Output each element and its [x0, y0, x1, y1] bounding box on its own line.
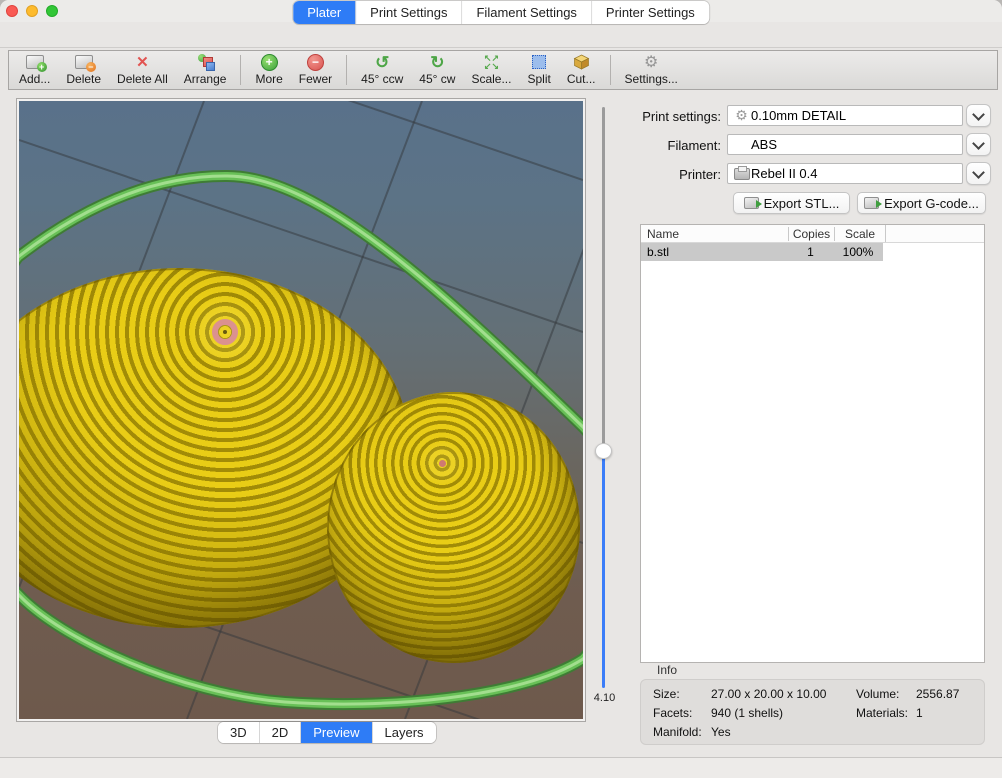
view-tab-3d[interactable]: 3D [218, 722, 260, 743]
export-box-icon [864, 197, 879, 209]
printer-label: Printer: [679, 167, 721, 182]
split-icon [532, 55, 546, 69]
cell-scale: 100% [833, 243, 883, 261]
column-header-copies[interactable]: Copies [788, 227, 834, 241]
chevron-down-icon [972, 108, 985, 121]
delete-all-button[interactable]: Delete All [109, 51, 176, 89]
facets-value: 940 (1 shells) [711, 706, 783, 720]
preview-3d-canvas[interactable] [19, 101, 583, 719]
main-tab-bar: Plater Print Settings Filament Settings … [293, 1, 709, 24]
rotate-ccw-icon: ↺ [375, 54, 389, 71]
printer-dropdown-button[interactable] [966, 162, 991, 185]
print-settings-label: Print settings: [642, 109, 721, 124]
toolbar-separator [240, 55, 241, 85]
top-layer-highlight-dot [439, 460, 446, 467]
toolbar-separator [346, 55, 347, 85]
rotate-cw-icon: ↻ [430, 54, 444, 71]
export-gcode-button[interactable]: Export G-code... [857, 192, 986, 214]
gear-icon [732, 107, 751, 124]
size-label: Size: [653, 687, 680, 701]
volume-value: 2556.87 [916, 687, 959, 701]
filament-label: Filament: [668, 138, 721, 153]
chevron-down-icon [972, 166, 985, 179]
cut-cube-icon [573, 53, 590, 71]
tab-strip [0, 22, 1002, 48]
cubes-icon [196, 54, 214, 70]
info-title: Info [657, 663, 677, 677]
viewport-frame [16, 98, 586, 722]
toolbar-separator [610, 55, 611, 85]
print-settings-dropdown-button[interactable] [966, 104, 991, 127]
cut-button[interactable]: Cut... [559, 51, 604, 89]
view-tab-layers[interactable]: Layers [373, 722, 436, 743]
add-button[interactable]: + Add... [11, 51, 58, 89]
slider-value-label: 4.10 [586, 692, 623, 704]
settings-button[interactable]: Settings... [617, 51, 686, 89]
layer-slider: 4.10 [586, 98, 640, 722]
view-tab-bar: 3D 2D Preview Layers [218, 722, 436, 743]
materials-label: Materials: [856, 706, 908, 720]
tabstrip-divider [0, 47, 1002, 48]
objects-table-header: Name Copies Scale [641, 225, 984, 243]
view-tab-preview[interactable]: Preview [301, 722, 372, 743]
red-minus-circle-icon: − [307, 54, 324, 71]
tab-filament-settings[interactable]: Filament Settings [462, 1, 591, 24]
status-strip [0, 758, 1002, 778]
cell-name: b.stl [641, 243, 788, 261]
slic3r-window: Slic3r Plater Print Settings Filament Se… [0, 0, 1002, 778]
cell-copies: 1 [788, 243, 833, 261]
print-settings-combo[interactable]: 0.10mm DETAIL [727, 105, 963, 126]
cell-empty [883, 243, 984, 261]
info-box: Size: 27.00 x 20.00 x 10.00 Volume: 2556… [640, 679, 985, 745]
manifold-value: Yes [711, 725, 731, 739]
top-layer-highlight-ring [212, 319, 238, 345]
tab-plater[interactable]: Plater [293, 1, 356, 24]
column-header-name[interactable]: Name [641, 227, 788, 241]
table-row-selected[interactable]: b.stl 1 100% [641, 243, 984, 261]
split-button[interactable]: Split [519, 51, 558, 89]
more-button[interactable]: + More [247, 51, 290, 89]
fewer-button[interactable]: − Fewer [291, 51, 340, 89]
arrange-button[interactable]: Arrange [176, 51, 235, 89]
tab-printer-settings[interactable]: Printer Settings [592, 1, 709, 24]
export-box-icon [744, 197, 759, 209]
printer-icon [734, 168, 750, 180]
printer-combo[interactable]: Rebel II 0.4 [727, 163, 963, 184]
rotate-cw-button[interactable]: ↻ 45° cw [411, 51, 463, 89]
box-plus-icon: + [26, 55, 44, 69]
toolbar: + Add... − Delete Delete All Arrange + M… [8, 50, 998, 90]
filament-combo[interactable]: ABS [727, 134, 963, 155]
green-plus-circle-icon: + [261, 54, 278, 71]
manifold-label: Manifold: [653, 725, 702, 739]
volume-label: Volume: [856, 687, 899, 701]
gear-icon [644, 52, 658, 72]
box-minus-icon: − [75, 55, 93, 69]
size-value: 27.00 x 20.00 x 10.00 [711, 687, 826, 701]
materials-value: 1 [916, 706, 923, 720]
scale-arrows-icon [484, 54, 499, 70]
objects-table: Name Copies Scale b.stl 1 100% [640, 224, 985, 663]
export-stl-button[interactable]: Export STL... [733, 192, 850, 214]
chevron-down-icon [972, 137, 985, 150]
slider-track-lower[interactable] [602, 453, 605, 688]
facets-label: Facets: [653, 706, 692, 720]
slider-thumb[interactable] [595, 443, 612, 459]
column-header-empty [885, 225, 984, 242]
view-tab-2d[interactable]: 2D [260, 722, 302, 743]
red-x-icon [136, 53, 149, 72]
tab-print-settings[interactable]: Print Settings [356, 1, 462, 24]
slider-track-upper[interactable] [602, 107, 605, 451]
model-object-small[interactable] [327, 392, 580, 663]
settings-panel: Print settings: 0.10mm DETAIL Filament: … [640, 98, 986, 748]
rotate-ccw-button[interactable]: ↺ 45° ccw [353, 51, 411, 89]
filament-dropdown-button[interactable] [966, 133, 991, 156]
delete-button[interactable]: − Delete [58, 51, 109, 89]
column-header-scale[interactable]: Scale [834, 227, 885, 241]
scale-button[interactable]: Scale... [463, 51, 519, 89]
